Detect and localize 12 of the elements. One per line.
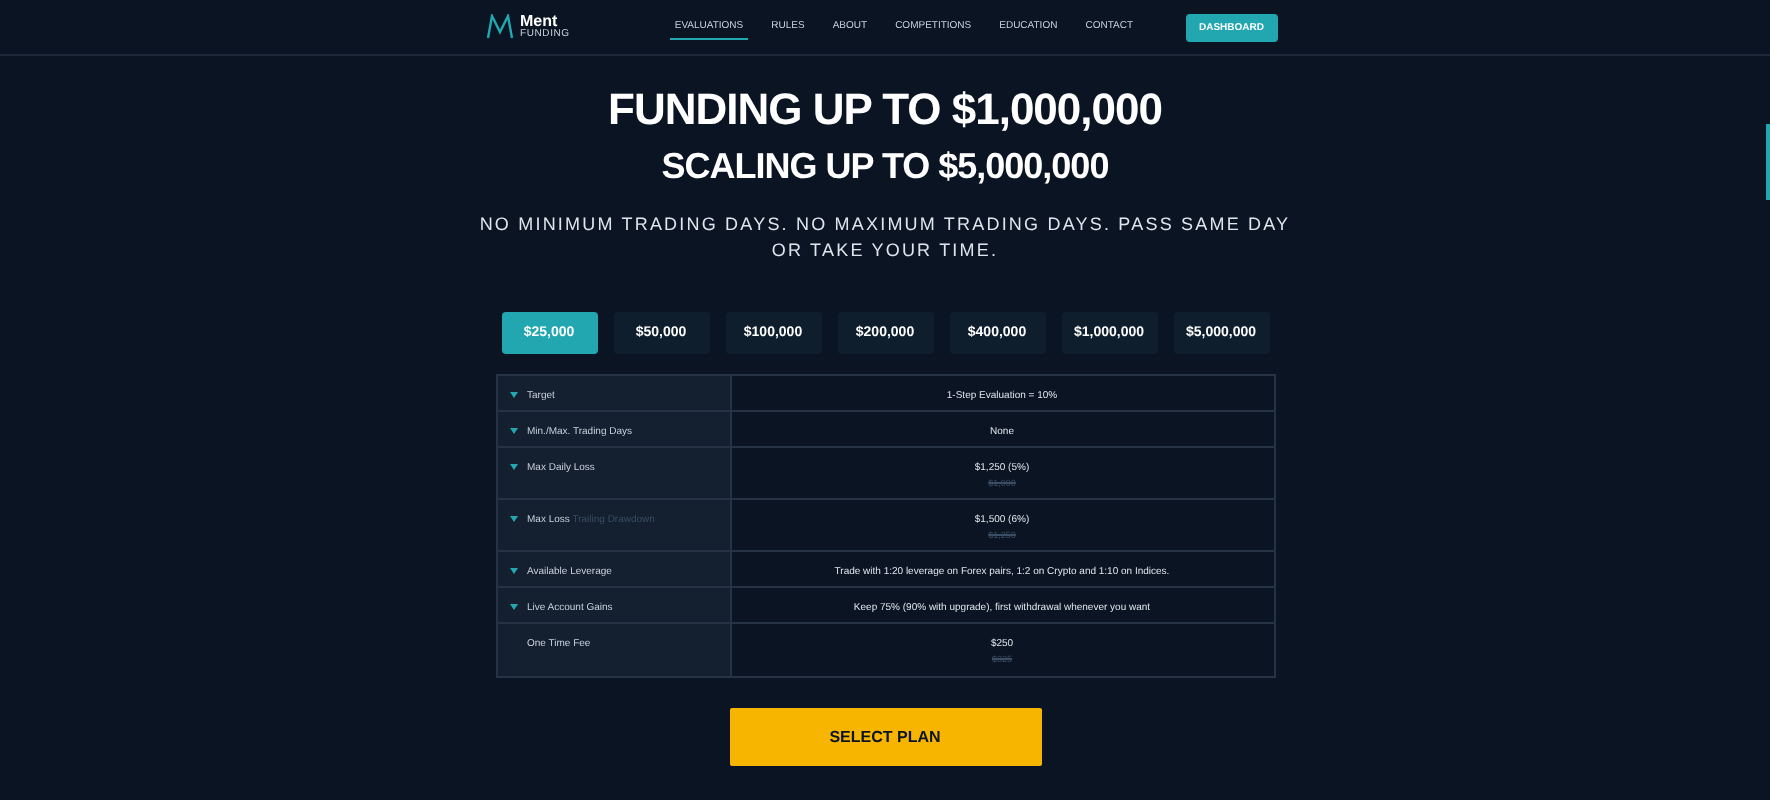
caret-icon[interactable] [509,428,517,434]
caret-icon[interactable] [509,516,517,522]
tagline: NO MINIMUM TRADING DAYS. NO MAXIMUM TRADING DAYS. PASS SAME DAY OR TAKE YOUR TIME. [477,212,1293,264]
caret-icon[interactable] [509,568,517,574]
subheadline: SCALING UP TO $5,000,000 [661,146,1109,188]
caret-icon[interactable] [509,604,517,610]
logo-name: Ment [520,14,558,30]
select-plan-button[interactable]: SELECT PLAN [729,708,1041,766]
caret-icon[interactable] [509,392,517,398]
logo-icon [486,14,514,40]
headline: FUNDING UP TO $1,000,000 [608,84,1162,136]
caret-icon[interactable] [509,464,517,470]
